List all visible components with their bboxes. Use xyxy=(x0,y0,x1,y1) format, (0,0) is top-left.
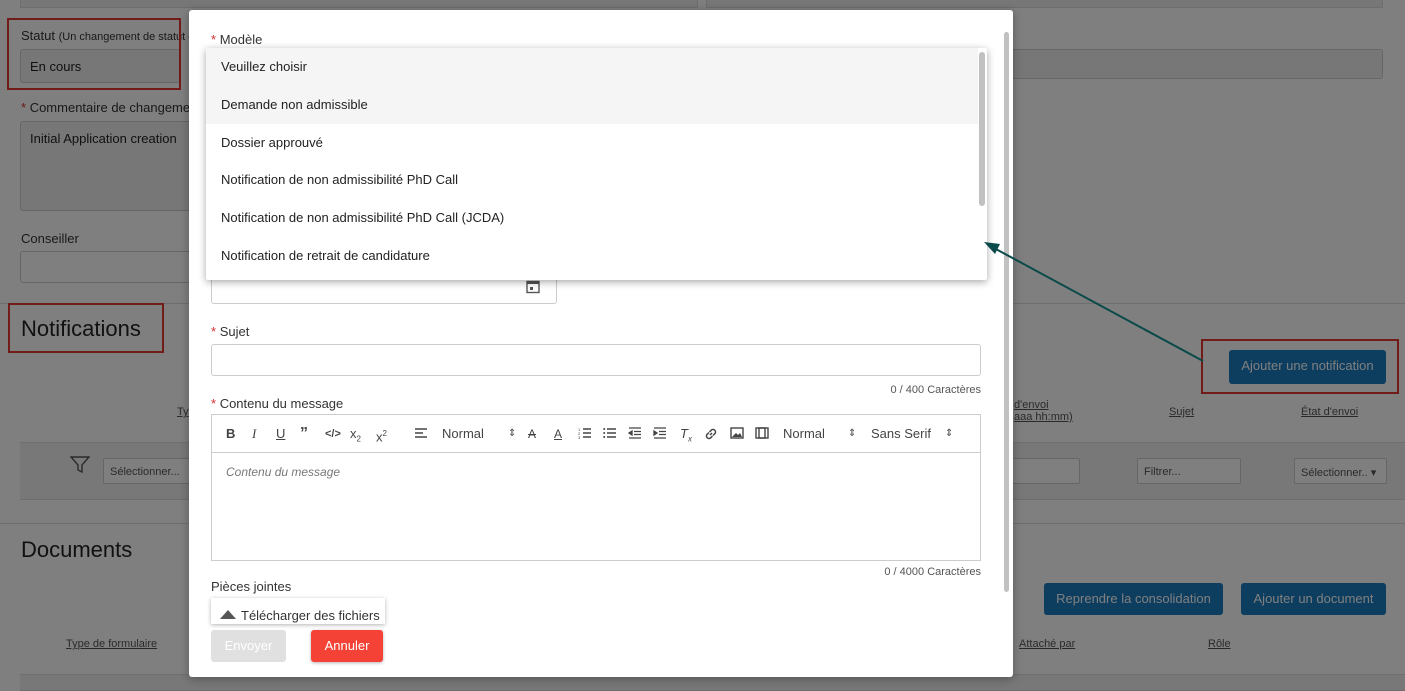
modal-scrollbar[interactable] xyxy=(1004,32,1009,592)
chevron-updown-icon: ⇕ xyxy=(945,428,954,439)
header-select[interactable]: Normal xyxy=(442,426,484,442)
subject-label: * Sujet xyxy=(211,324,250,339)
bullet-list-icon[interactable] xyxy=(603,427,617,439)
template-dropdown-menu: Veuillez choisir Demande non admissible … xyxy=(206,48,987,280)
chevron-updown-icon: ⇕ xyxy=(848,428,857,439)
bold-icon[interactable]: B xyxy=(226,426,235,442)
calendar-icon[interactable] xyxy=(526,280,540,294)
content-placeholder: Contenu du message xyxy=(226,465,341,479)
code-icon[interactable]: </> xyxy=(325,426,341,442)
editor-toolbar: B I U ” </> x2 x2 Normal ⇕ A A 123 Tx No… xyxy=(212,415,980,453)
dropdown-option[interactable]: Notification de non admissibilité PhD Ca… xyxy=(206,199,978,237)
image-icon[interactable] xyxy=(730,427,744,439)
dropdown-option[interactable]: Dossier approuvé xyxy=(206,124,978,162)
subscript-icon[interactable]: x2 xyxy=(350,426,361,448)
underline-icon[interactable]: U xyxy=(276,426,285,442)
size-select[interactable]: Normal xyxy=(783,426,825,442)
text-color-icon[interactable]: A xyxy=(554,426,562,442)
content-label: * Contenu du message xyxy=(211,396,344,411)
template-label: * Modèle xyxy=(211,32,263,47)
superscript-icon[interactable]: x2 xyxy=(376,426,387,445)
rich-text-editor[interactable]: B I U ” </> x2 x2 Normal ⇕ A A 123 Tx No… xyxy=(211,414,981,561)
subject-char-counter: 0 / 400 Caractères xyxy=(890,384,982,396)
attachments-label: Pièces jointes xyxy=(211,579,292,594)
upload-icon xyxy=(220,610,236,619)
outdent-icon[interactable] xyxy=(628,427,642,439)
video-icon[interactable] xyxy=(755,427,769,439)
upload-files-button[interactable]: Télécharger des fichiers xyxy=(211,598,385,624)
dropdown-option[interactable]: Demande non admissible xyxy=(206,86,978,124)
cancel-button[interactable]: Annuler xyxy=(311,630,383,662)
content-char-counter: 0 / 4000 Caractères xyxy=(884,566,981,578)
chevron-updown-icon: ⇕ xyxy=(508,428,517,439)
send-button[interactable]: Envoyer xyxy=(211,630,286,662)
font-select[interactable]: Sans Serif xyxy=(871,426,931,442)
dropdown-scrollbar[interactable] xyxy=(979,52,985,206)
ordered-list-icon[interactable]: 123 xyxy=(578,427,592,439)
dropdown-option[interactable]: Notification de retrait de candidature xyxy=(206,237,978,275)
background-color-icon[interactable]: A xyxy=(528,426,536,442)
italic-icon[interactable]: I xyxy=(252,426,256,442)
indent-icon[interactable] xyxy=(653,427,667,439)
align-icon[interactable] xyxy=(414,427,428,439)
svg-text:3: 3 xyxy=(578,435,581,439)
clear-formatting-icon[interactable]: Tx xyxy=(680,426,692,448)
subject-input[interactable] xyxy=(211,344,981,376)
dropdown-option[interactable]: Veuillez choisir xyxy=(206,48,978,86)
dropdown-option[interactable]: Notification de non admissibilité PhD Ca… xyxy=(206,161,978,199)
blockquote-icon[interactable]: ” xyxy=(300,426,308,442)
link-icon[interactable] xyxy=(704,427,718,441)
